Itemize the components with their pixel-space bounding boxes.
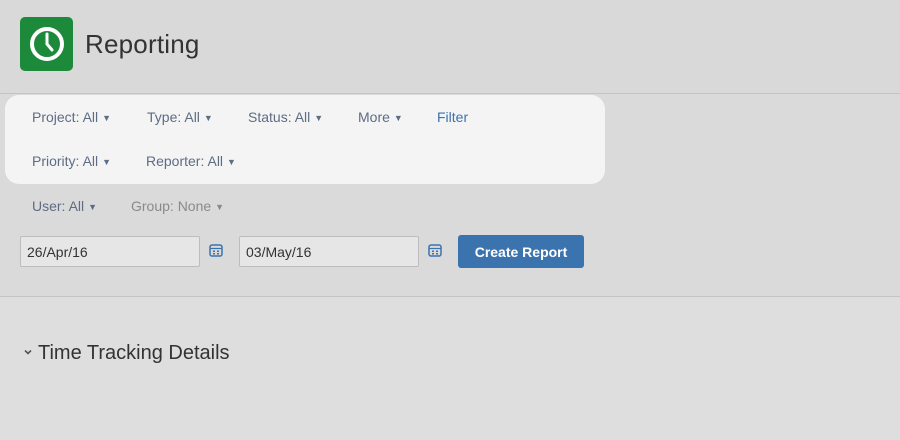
reporter-filter[interactable]: Reporter: All ▼ bbox=[146, 153, 236, 169]
calendar-icon[interactable] bbox=[209, 243, 223, 257]
section-title[interactable]: Time Tracking Details bbox=[38, 342, 230, 365]
caret-down-icon: ▼ bbox=[393, 113, 403, 123]
status-filter[interactable]: Status: All ▼ bbox=[248, 109, 323, 125]
project-filter-label: Project: All bbox=[32, 109, 99, 125]
user-filter-label: User: All bbox=[32, 198, 85, 214]
clock-icon bbox=[20, 17, 73, 71]
caret-down-icon: ▼ bbox=[203, 113, 213, 123]
caret-down-icon: ▼ bbox=[102, 113, 112, 123]
caret-down-icon: ▼ bbox=[215, 202, 225, 212]
priority-filter[interactable]: Priority: All ▼ bbox=[32, 153, 111, 169]
end-date-input[interactable] bbox=[239, 236, 419, 267]
caret-down-icon: ▼ bbox=[102, 157, 112, 167]
type-filter[interactable]: Type: All ▼ bbox=[147, 109, 213, 125]
filter-link[interactable]: Filter bbox=[437, 109, 468, 125]
priority-filter-label: Priority: All bbox=[32, 153, 99, 169]
caret-down-icon: ▼ bbox=[88, 202, 98, 212]
page-title: Reporting bbox=[85, 29, 200, 59]
more-filter-label: More bbox=[358, 109, 390, 125]
reporter-filter-label: Reporter: All bbox=[146, 153, 224, 169]
group-filter[interactable]: Group: None ▼ bbox=[131, 198, 224, 214]
project-filter[interactable]: Project: All ▼ bbox=[32, 109, 111, 125]
group-filter-label: Group: None bbox=[131, 198, 212, 214]
caret-down-icon: ▼ bbox=[227, 157, 236, 167]
more-filter[interactable]: More ▼ bbox=[358, 109, 403, 125]
chevron-down-icon[interactable] bbox=[22, 346, 34, 358]
caret-down-icon: ▼ bbox=[314, 113, 324, 123]
page-header: Reporting bbox=[0, 0, 900, 94]
status-filter-label: Status: All bbox=[248, 109, 311, 125]
user-filter[interactable]: User: All ▼ bbox=[32, 198, 97, 214]
type-filter-label: Type: All bbox=[147, 109, 200, 125]
calendar-icon[interactable] bbox=[428, 243, 442, 257]
start-date-input[interactable] bbox=[20, 236, 200, 267]
create-report-button[interactable]: Create Report bbox=[458, 235, 584, 268]
